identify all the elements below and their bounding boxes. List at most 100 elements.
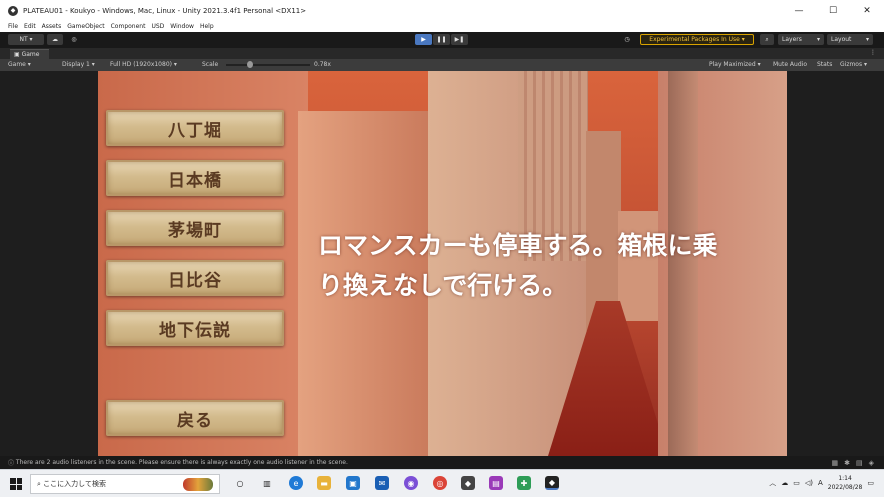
store-icon[interactable]: ▣ (346, 476, 360, 490)
menu-bar: File Edit Assets GameObject Component US… (0, 21, 884, 32)
maximize-button[interactable]: ☐ (816, 6, 850, 16)
caption-line-2: り換えなしで行ける。 (318, 271, 568, 300)
notification-icon[interactable]: ▭ (867, 479, 874, 487)
tab-game-label: Game (21, 50, 40, 58)
main-toolbar: NT ▾ ☁ ◎ ▶ ❚❚ ▶❚ ◷ Experimental Packages… (0, 32, 884, 48)
bell-icon[interactable]: ◈ (869, 459, 874, 467)
scale-slider[interactable] (226, 64, 310, 66)
game-view-toolbar: Game ▾ Display 1 ▾ Full HD (1920x1080) ▾… (0, 59, 884, 71)
menu-component[interactable]: Component (111, 23, 146, 30)
scale-slider-handle[interactable] (246, 61, 253, 68)
onedrive-icon[interactable]: ☁ (781, 479, 788, 487)
info-icon: ⓘ (8, 460, 16, 467)
gizmos-label: Gizmos (840, 61, 863, 68)
status-message[interactable]: There are 2 audio listeners in the scene… (16, 459, 348, 466)
progress-icon[interactable]: ▦ (831, 459, 838, 467)
collab-icon[interactable]: ◎ (66, 34, 82, 45)
resolution-dropdown[interactable]: Full HD (1920x1080) ▾ (110, 61, 177, 68)
experimental-packages-button[interactable]: Experimental Packages In Use ▾ (640, 34, 754, 45)
view-dropdown-label: Game (8, 61, 26, 68)
game-tab-icon: ▣ (14, 50, 22, 58)
system-tray: ︿ ☁ ▭ ◁) A 1:14 2022/08/28 ▭ (769, 474, 874, 492)
mute-audio-toggle[interactable]: Mute Audio (773, 61, 807, 68)
game-viewport[interactable]: 八丁堀 日本橋 茅場町 日比谷 地下伝説 戻る ロマンスカーも停車する。箱根に乗… (98, 71, 787, 456)
gizmos-dropdown[interactable]: Gizmos ▾ (840, 61, 867, 68)
search-icon[interactable]: ⌕ (760, 34, 774, 45)
caption-line-1: ロマンスカーも停車する。箱根に乗 (318, 231, 718, 260)
unity-editor-icon[interactable]: ◆ (545, 476, 559, 490)
cloud-icon[interactable]: ☁ (47, 34, 63, 45)
ime-indicator[interactable]: A (818, 479, 823, 487)
display-dropdown[interactable]: Display 1 ▾ (62, 61, 95, 68)
play-controls: ▶ ❚❚ ▶❚ (415, 34, 468, 45)
stats-toggle[interactable]: Stats (817, 61, 832, 68)
step-button[interactable]: ▶❚ (451, 34, 468, 45)
layout-dropdown[interactable]: Layout ▾ (827, 34, 873, 45)
display-label: Display 1 (62, 61, 90, 68)
file-explorer-icon[interactable]: ▬ (317, 476, 331, 490)
window-title: PLATEAU01 - Koukyo - Windows, Mac, Linux… (23, 6, 307, 15)
account-label: NT ▾ (19, 36, 33, 43)
pause-button[interactable]: ❚❚ (433, 34, 450, 45)
status-icons: ▦ ✱ ▤ ◈ (831, 459, 874, 467)
volume-icon[interactable]: ◁) (805, 479, 813, 487)
edge-browser-icon[interactable]: e (289, 476, 303, 490)
layout-label: Layout (831, 36, 852, 43)
station-button-nihonbashi[interactable]: 日本橋 (106, 160, 284, 196)
resolution-label: Full HD (1920x1080) (110, 61, 172, 68)
debug-icon[interactable]: ✱ (844, 459, 850, 467)
unity-hub-icon[interactable]: ◆ (461, 476, 475, 490)
visual-studio-icon[interactable]: ▤ (489, 476, 503, 490)
play-button[interactable]: ▶ (415, 34, 432, 45)
mail-icon[interactable]: ✉ (375, 476, 389, 490)
menu-gameobject[interactable]: GameObject (67, 23, 104, 30)
station-button-underground-legend[interactable]: 地下伝説 (106, 310, 284, 346)
widgets-icon[interactable]: ▥ (260, 476, 274, 490)
windows-start-icon[interactable] (10, 478, 22, 490)
history-icon[interactable]: ◷ (620, 34, 634, 45)
clock-date: 2022/08/28 (827, 484, 863, 491)
chevron-up-icon[interactable]: ︿ (769, 478, 776, 488)
menu-edit[interactable]: Edit (24, 23, 36, 30)
title-bar: ◆ PLATEAU01 - Koukyo - Windows, Mac, Lin… (0, 0, 884, 21)
status-bar: ⓘ There are 2 audio listeners in the sce… (0, 456, 884, 469)
search-highlight-icon (183, 478, 213, 491)
slack-icon[interactable]: ✚ (517, 476, 531, 490)
close-button[interactable]: ✕ (850, 6, 884, 16)
station-button-hibiya[interactable]: 日比谷 (106, 260, 284, 296)
search-placeholder: ここに入力して検索 (43, 480, 106, 488)
chat-icon[interactable]: ◉ (404, 476, 418, 490)
view-dropdown[interactable]: Game ▾ (8, 61, 31, 68)
minimize-button[interactable]: — (782, 6, 816, 16)
scale-value: 0.78x (314, 61, 331, 68)
play-maximized-label: Play Maximized (709, 61, 756, 68)
layers-label: Layers (782, 36, 802, 43)
clock-time: 1:14 (838, 475, 852, 482)
layers-dropdown[interactable]: Layers ▾ (778, 34, 824, 45)
tab-game[interactable]: ▣ Game (10, 48, 50, 59)
chrome-icon[interactable]: ◎ (433, 476, 447, 490)
chevron-down-icon: ▾ (816, 36, 820, 43)
menu-file[interactable]: File (8, 23, 18, 30)
play-maximized-dropdown[interactable]: Play Maximized ▾ (709, 61, 761, 68)
menu-assets[interactable]: Assets (42, 23, 62, 30)
chevron-down-icon: ▾ (865, 36, 869, 43)
clock[interactable]: 1:14 2022/08/28 (828, 474, 863, 492)
taskbar-search-input[interactable]: ⌕ ここに入力して検索 (30, 474, 220, 494)
windows-taskbar: ⌕ ここに入力して検索 ○ ▥ e ▬ ▣ ✉ ◉ ◎ ◆ ▤ ✚ ◆ ︿ ☁ … (0, 469, 884, 497)
caption-text: ロマンスカーも停車する。箱根に乗 り換えなしで行ける。 (318, 226, 787, 306)
station-button-hatchobori[interactable]: 八丁堀 (106, 110, 284, 146)
menu-usd[interactable]: USD (151, 23, 164, 30)
menu-window[interactable]: Window (170, 23, 194, 30)
game-tab-row: ▣ Game ⋮ (0, 48, 884, 59)
more-options-icon[interactable]: ⋮ (870, 49, 876, 56)
task-view-icon[interactable]: ○ (233, 476, 247, 490)
cache-icon[interactable]: ▤ (856, 459, 863, 467)
scale-label: Scale (202, 61, 219, 68)
network-icon[interactable]: ▭ (793, 479, 800, 487)
account-button[interactable]: NT ▾ (8, 34, 44, 45)
menu-help[interactable]: Help (200, 23, 214, 30)
back-button[interactable]: 戻る (106, 400, 284, 436)
unity-logo-icon: ◆ (8, 5, 18, 16)
station-button-kayabacho[interactable]: 茅場町 (106, 210, 284, 246)
